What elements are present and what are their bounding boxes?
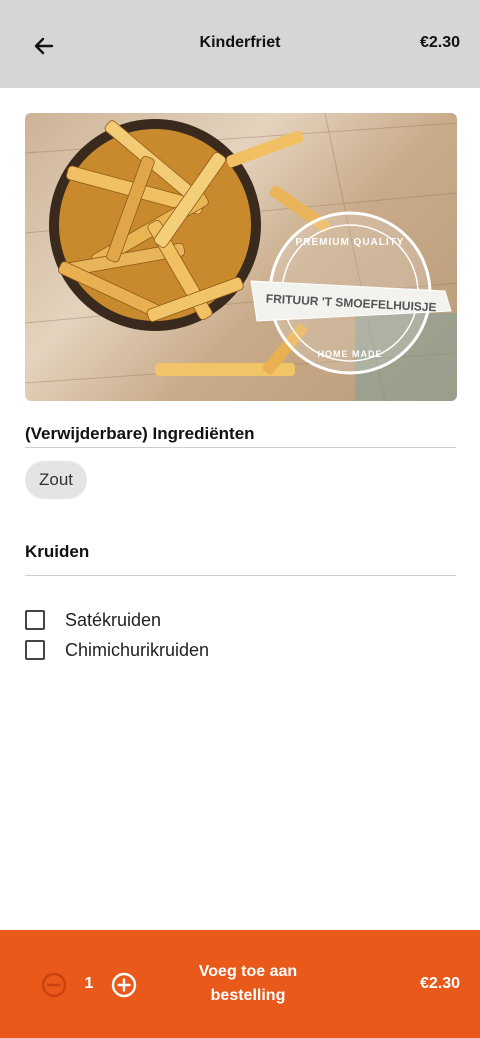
svg-text:PREMIUM QUALITY: PREMIUM QUALITY [296, 237, 405, 248]
product-image: PREMIUM QUALITY FRITUUR 'T SMOEFELHUISJE… [25, 113, 457, 401]
total-price: €2.30 [419, 975, 460, 992]
decrease-quantity-button[interactable] [40, 971, 68, 999]
top-bar: Kinderfriet €2.30 [0, 0, 480, 88]
herb-option-label: Satékruiden [65, 609, 162, 630]
order-bar: 1 Voeg toe aan bestelling €2.30 [0, 930, 480, 1038]
herb-option-satekruiden[interactable]: Satékruiden [25, 608, 161, 632]
divider [25, 575, 456, 576]
ingredients-title: (Verwijderbare) Ingrediënten [25, 424, 255, 443]
header-price: €2.30 [419, 34, 460, 51]
add-to-order-label-line1: Voeg toe aan [198, 963, 298, 980]
page-title: Kinderfriet [199, 34, 281, 51]
checkbox[interactable] [25, 640, 45, 660]
ingredient-chip-zout[interactable]: Zout [25, 461, 88, 499]
herbs-title: Kruiden [25, 542, 90, 561]
minus-circle-icon [41, 972, 67, 998]
quantity-value: 1 [84, 975, 94, 992]
herb-option-label: Chimichurikruiden [65, 639, 210, 660]
divider [25, 447, 456, 448]
herb-option-chimichurikruiden[interactable]: Chimichurikruiden [25, 638, 209, 662]
add-to-order-button[interactable]: Voeg toe aan bestelling [168, 960, 328, 1008]
increase-quantity-button[interactable] [110, 971, 138, 999]
checkbox[interactable] [25, 610, 45, 630]
plus-circle-icon [111, 972, 137, 998]
add-to-order-label-line2: bestelling [210, 987, 286, 1004]
svg-text:HOME MADE: HOME MADE [318, 349, 383, 359]
